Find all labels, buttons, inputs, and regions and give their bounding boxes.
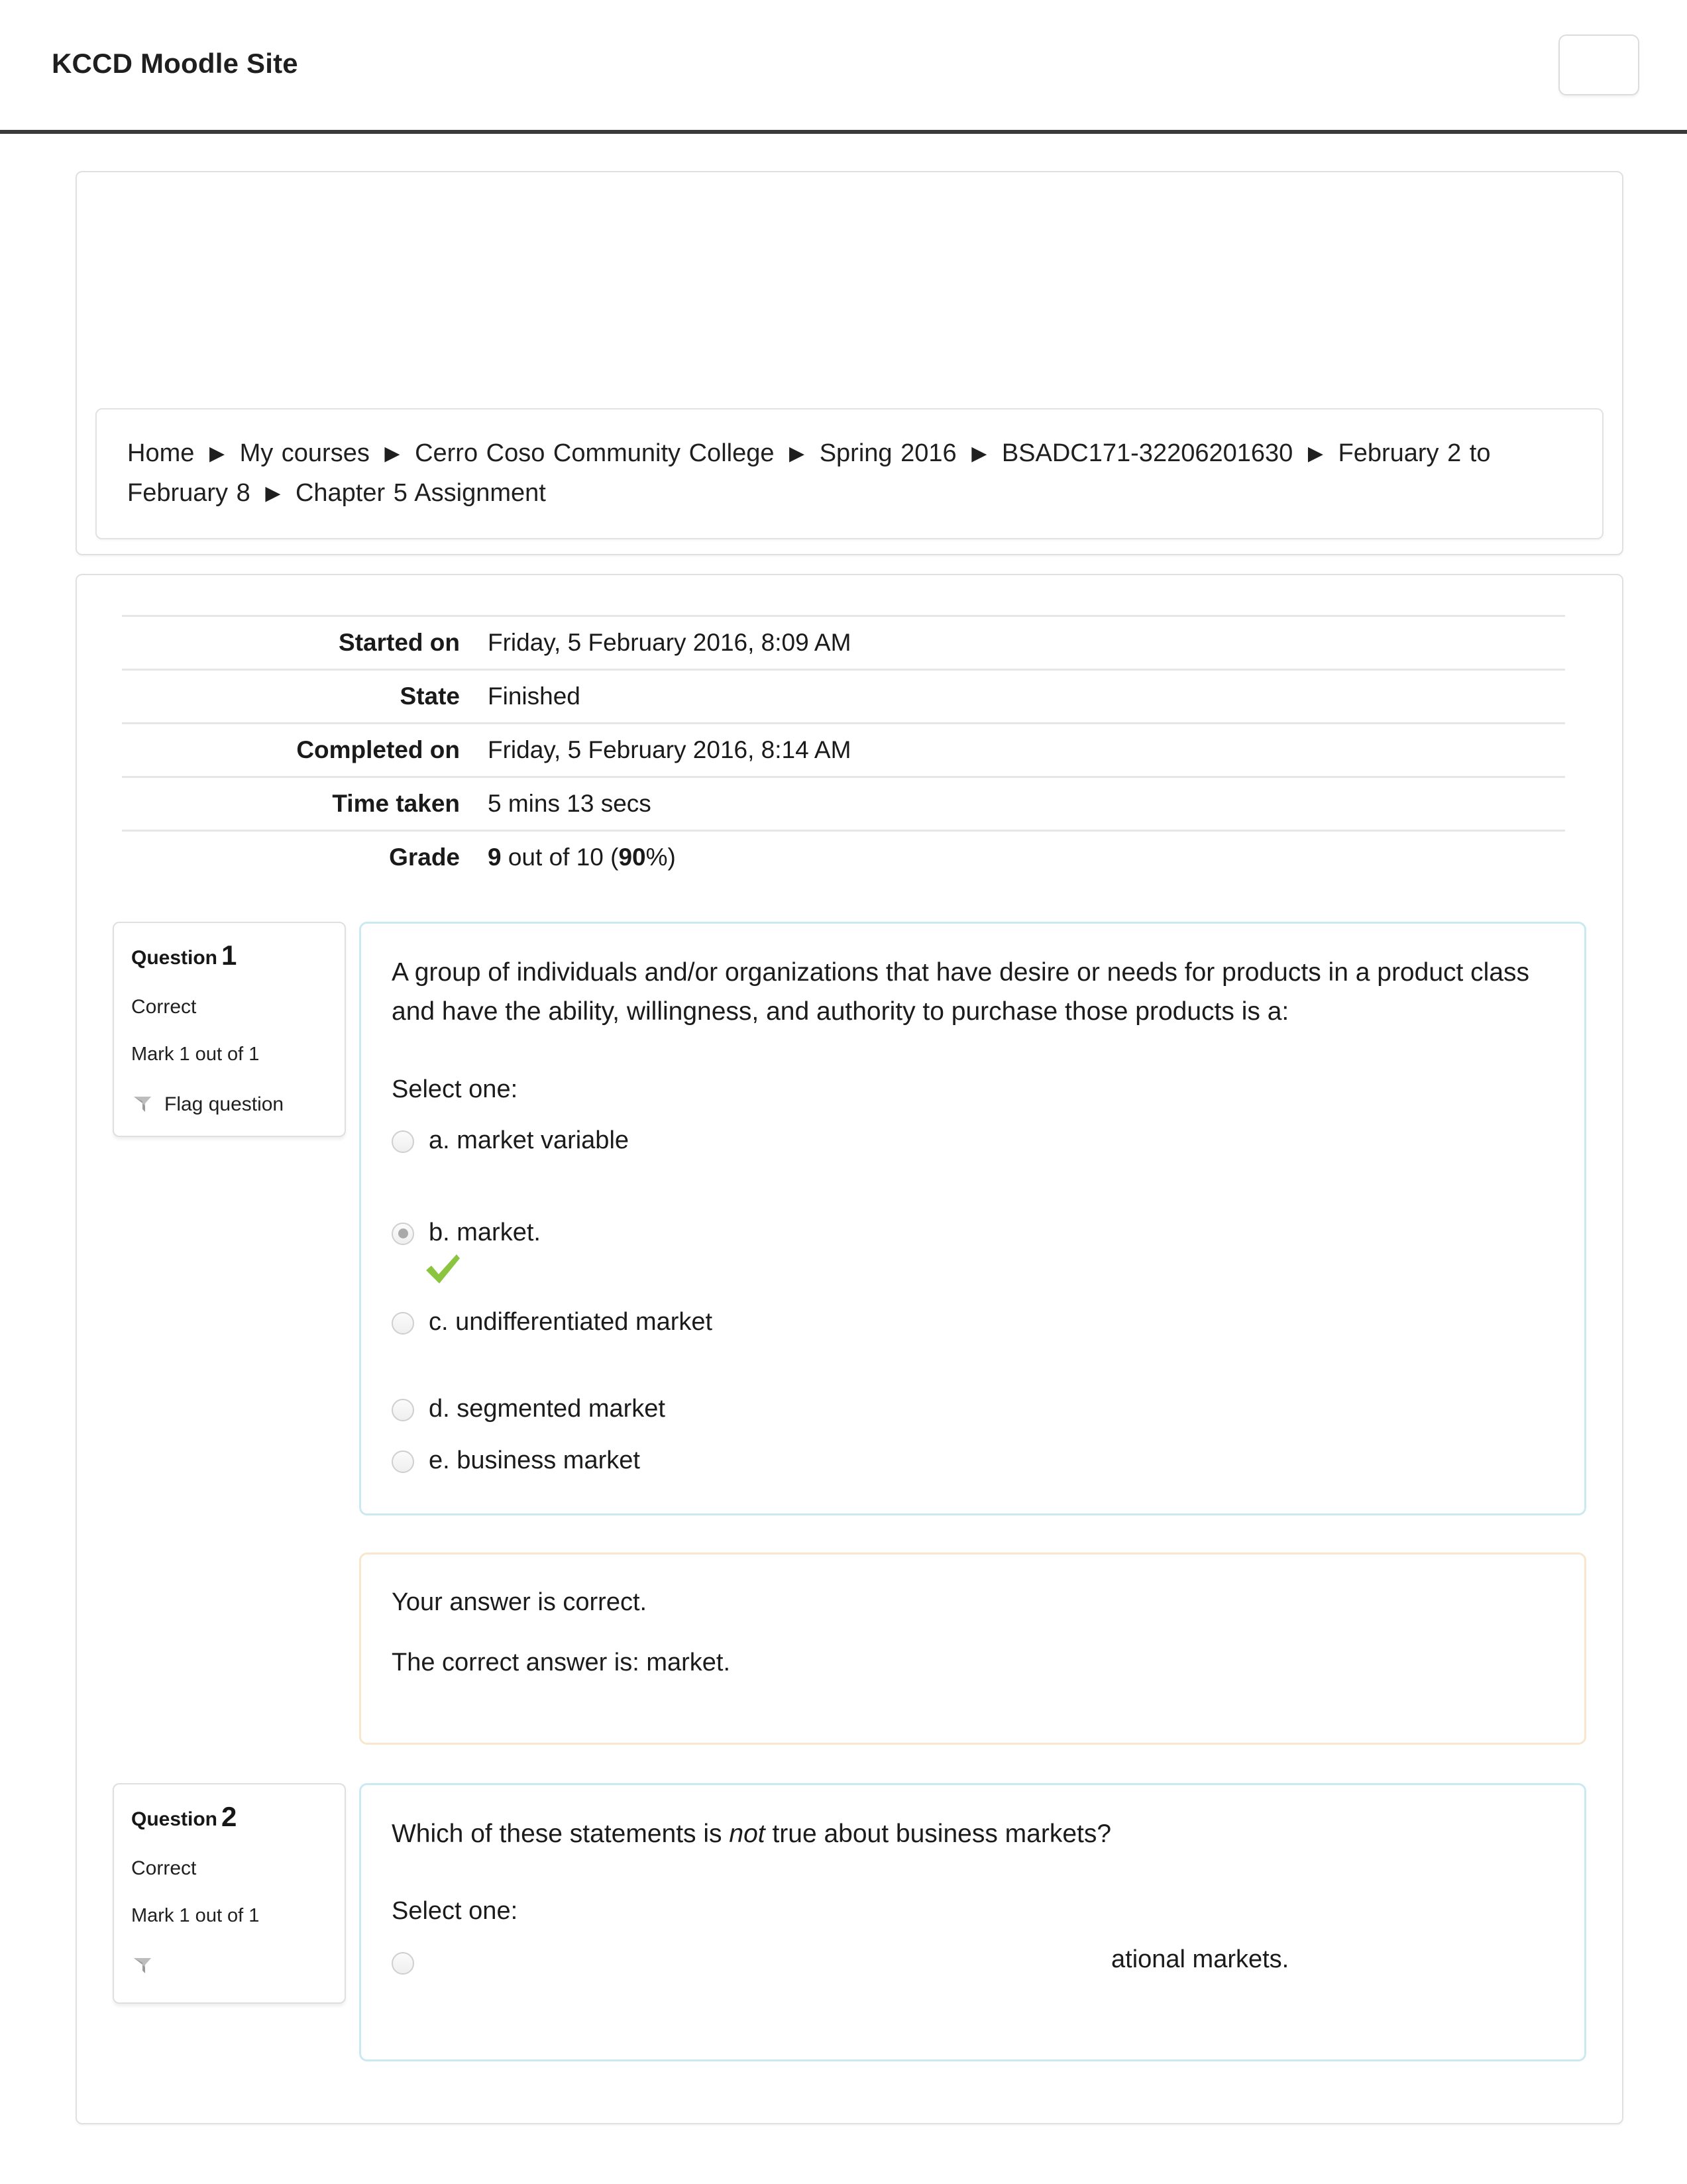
question-2-info-panel: Question 2 Correct Mark 1 out of 1 <box>113 1783 346 2004</box>
feedback-correctness: Your answer is correct. <box>392 1588 647 1617</box>
radio-button-a[interactable] <box>392 1130 414 1153</box>
table-row: Time taken 5 mins 13 secs <box>122 776 1565 831</box>
breadcrumb-item-term[interactable]: Spring 2016 <box>820 439 957 467</box>
summary-label-state: State <box>122 669 476 724</box>
feedback-right-answer: The correct answer is: market. <box>392 1649 731 1677</box>
question-word: Question <box>131 947 218 969</box>
question-2-content: Which of these statements is not true ab… <box>359 1783 1586 2062</box>
summary-label-time-taken: Time taken <box>122 776 476 831</box>
breadcrumb-item-activity[interactable]: Chapter 5 Assignment <box>296 479 546 507</box>
question-1-select-prompt: Select one: <box>392 1075 518 1103</box>
question-number: 1 <box>221 940 237 971</box>
question-2-text: Which of these statements is not true ab… <box>392 1814 1550 1853</box>
table-row: Grade 9 out of 10 (90%) <box>122 830 1565 883</box>
breadcrumb-card: Home ▶ My courses ▶ Cerro Coso Community… <box>95 408 1604 539</box>
question-2: Question 2 Correct Mark 1 out of 1 Which … <box>113 1783 1586 2062</box>
summary-label-completed-on: Completed on <box>122 722 476 777</box>
breadcrumb-item-my-courses[interactable]: My courses <box>240 439 370 467</box>
breadcrumb-item-college[interactable]: Cerro Coso Community College <box>415 439 774 467</box>
question-1-option-d[interactable]: d. segmented market <box>392 1392 1550 1426</box>
breadcrumb-item-course-code[interactable]: BSADC171-32206201630 <box>1002 439 1293 467</box>
question-2-number: Question 2 <box>131 1803 327 1831</box>
option-label-a: a. market variable <box>429 1126 629 1154</box>
chevron-right-icon: ▶ <box>384 442 400 464</box>
radio-button-a[interactable] <box>392 1952 414 1975</box>
option-label-e: e. business market <box>429 1446 640 1474</box>
question-1-info-panel: Question 1 Correct Mark 1 out of 1 Flag q… <box>113 922 346 1137</box>
grade-score: 9 <box>488 844 502 871</box>
question-1-mark: Mark 1 out of 1 <box>131 1044 260 1065</box>
question-2-flag-control[interactable] <box>131 1955 327 1977</box>
chevron-right-icon: ▶ <box>265 482 281 504</box>
correct-check-icon <box>423 1252 462 1287</box>
summary-value-state: Finished <box>476 669 1565 724</box>
question-1-state: Correct <box>131 996 197 1018</box>
question-1-option-a[interactable]: a. market variable <box>392 1124 1550 1158</box>
question-1-option-c[interactable]: c. undifferentiated market <box>392 1305 1550 1339</box>
chevron-right-icon: ▶ <box>209 442 225 464</box>
radio-button-d[interactable] <box>392 1399 414 1422</box>
option-label-c: c. undifferentiated market <box>429 1308 713 1337</box>
radio-button-b[interactable] <box>392 1222 414 1245</box>
grade-middle: out of 10 ( <box>501 844 619 871</box>
option-label-b: b. market. <box>429 1218 541 1246</box>
flag-question-label[interactable]: Flag question <box>164 1095 284 1115</box>
question-1-text: A group of individuals and/or organizati… <box>392 958 1530 1026</box>
question-1: Question 1 Correct Mark 1 out of 1 Flag q… <box>113 922 1586 1516</box>
question-number: 2 <box>221 1801 237 1833</box>
page-container: Home ▶ My courses ▶ Cerro Coso Community… <box>0 134 1687 2124</box>
summary-value-grade: 9 out of 10 (90%) <box>476 830 1565 883</box>
question-1-option-e[interactable]: e. business market <box>392 1444 1550 1478</box>
question-2-mark: Mark 1 out of 1 <box>131 1905 260 1927</box>
radio-button-c[interactable] <box>392 1312 414 1335</box>
question-2-option-a[interactable]: ational markets. <box>392 1945 1550 1975</box>
question-2-select-prompt: Select one: <box>392 1897 518 1926</box>
navbar-toggle-button[interactable] <box>1558 34 1639 95</box>
flag-icon <box>131 1093 154 1116</box>
summary-value-completed-on: Friday, 5 February 2016, 8:14 AM <box>476 722 1565 777</box>
chevron-right-icon: ▶ <box>789 442 805 464</box>
table-row: State Finished <box>122 669 1565 724</box>
question-1-content: A group of individuals and/or organizati… <box>359 922 1586 1516</box>
question-1-feedback-wrapper: Your answer is correct. The correct answ… <box>113 1553 1586 1745</box>
grade-percent: 90 <box>618 844 646 871</box>
question-2-text-before: Which of these statements is <box>392 1820 730 1849</box>
question-word: Question <box>131 1808 218 1831</box>
question-1-flag-control[interactable]: Flag question <box>131 1093 327 1116</box>
quiz-review-card: Started on Friday, 5 February 2016, 8:09… <box>76 574 1623 2124</box>
question-2-text-emphasis: not <box>729 1820 765 1849</box>
quiz-summary-table: Started on Friday, 5 February 2016, 8:09… <box>122 615 1565 883</box>
summary-label-started-on: Started on <box>122 615 476 670</box>
breadcrumb: Home ▶ My courses ▶ Cerro Coso Community… <box>127 433 1572 513</box>
chevron-right-icon: ▶ <box>971 442 987 464</box>
summary-value-time-taken: 5 mins 13 secs <box>476 776 1565 831</box>
radio-button-e[interactable] <box>392 1450 414 1473</box>
summary-label-grade: Grade <box>122 830 476 883</box>
table-row: Completed on Friday, 5 February 2016, 8:… <box>122 722 1565 777</box>
question-2-state: Correct <box>131 1857 197 1880</box>
region-main-box: Home ▶ My courses ▶ Cerro Coso Community… <box>76 171 1623 555</box>
question-1-number: Question 1 <box>131 942 327 969</box>
table-row: Started on Friday, 5 February 2016, 8:09… <box>122 615 1565 670</box>
option-label-a: ational markets. <box>1111 1945 1289 1974</box>
question-2-text-after: true about business markets? <box>765 1820 1112 1849</box>
site-brand[interactable]: KCCD Moodle Site <box>52 50 298 80</box>
option-label-d: d. segmented market <box>429 1395 665 1423</box>
site-navbar: KCCD Moodle Site <box>0 0 1687 134</box>
flag-icon <box>131 1955 154 1977</box>
question-1-option-b[interactable]: b. market. <box>392 1216 1550 1250</box>
summary-value-started-on: Friday, 5 February 2016, 8:09 AM <box>476 615 1565 670</box>
grade-suffix: %) <box>645 844 676 871</box>
breadcrumb-item-home[interactable]: Home <box>127 439 194 467</box>
question-1-feedback: Your answer is correct. The correct answ… <box>359 1553 1586 1745</box>
chevron-right-icon: ▶ <box>1307 442 1323 464</box>
